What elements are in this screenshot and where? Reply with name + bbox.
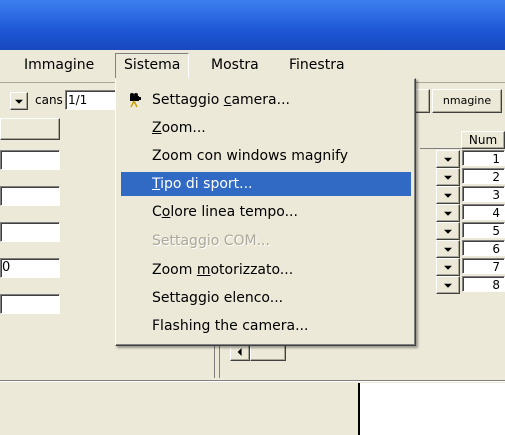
menu-item-label: Settaggio elenco... [152,290,284,306]
row-dropdown-button[interactable] [436,186,460,204]
row-number: 4 [462,204,505,220]
menu-item-zoom[interactable]: Zoom... [121,116,411,140]
row-dropdown-button[interactable] [436,204,460,222]
lower-divider [0,380,505,382]
scroll-left-icon [237,348,242,356]
chevron-down-icon [444,247,452,252]
row-number: 6 [462,240,505,256]
row-number: 2 [462,168,505,184]
row-number: 3 [462,186,505,202]
left-field-3[interactable] [0,222,60,242]
menu-item-flashing-the-camera[interactable]: Flashing the camera... [121,314,411,338]
chevron-down-icon [444,175,452,180]
chevron-down-icon [444,265,452,270]
menu-item-label: Settaggio COM... [152,233,270,249]
title-bar [0,0,505,50]
menu-item-label: Zoom con windows magnify [152,148,349,164]
menu-item-label: Settaggio camera... [152,92,290,108]
table-row[interactable]: 6 [420,240,505,258]
menu-item-label: Zoom motorizzato... [152,262,294,278]
left-field-4-value: 0 [2,260,11,275]
left-field-4[interactable]: 0 [0,258,60,278]
menu-mostra[interactable]: Mostra [211,57,259,73]
menu-item-settaggio-com: Settaggio COM... [121,229,411,253]
chevron-down-icon [444,193,452,198]
cans-value: 1/1 [68,93,88,107]
lower-right-pane [360,383,505,435]
row-dropdown-button[interactable] [436,240,460,258]
chevron-down-icon [444,283,452,288]
menu-item-settaggio-elenco[interactable]: Settaggio elenco... [121,286,411,310]
cans-field[interactable]: 1/1 [65,90,120,110]
row-number: 7 [462,258,505,274]
menu-immagine[interactable]: Immagine [24,57,94,73]
lower-left-pane [0,383,360,435]
menu-item-label: Tipo di sport... [152,176,253,192]
row-number: 5 [462,222,505,238]
toolbar-small-button[interactable] [414,89,430,113]
chevron-down-icon [444,229,452,234]
menu-bar: Immagine Sistema Mostra Finestra [0,50,505,80]
menu-item-tipo-di-sport[interactable]: Tipo di sport... [121,172,411,196]
row-number: 8 [462,276,505,292]
grid-header-num[interactable]: Num [461,131,505,149]
menu-item-settaggio-camera[interactable]: Settaggio camera... [121,88,411,112]
left-field-2[interactable] [0,186,60,206]
row-dropdown-button[interactable] [436,168,460,186]
camera-icon [127,92,143,108]
left-field-1[interactable] [0,150,60,170]
menu-item-colore-linea-tempo[interactable]: Colore linea tempo... [121,200,411,224]
menu-finestra[interactable]: Finestra [289,57,345,73]
chevron-down-icon [444,157,452,162]
table-row[interactable]: 3 [420,186,505,204]
table-row[interactable]: 2 [420,168,505,186]
image-button-label: nmagine [442,94,492,107]
cans-label: cans [35,93,63,107]
menu-item-zoom-motorizzato[interactable]: Zoom motorizzato... [121,258,411,282]
table-row[interactable]: 5 [420,222,505,240]
row-dropdown-button[interactable] [436,258,460,276]
menu-item-label: Colore linea tempo... [152,204,298,220]
left-panel-header [0,118,60,140]
menu-item-label: Zoom... [152,120,206,136]
row-dropdown-button[interactable] [436,222,460,240]
menu-item-zoom-windows-magnify[interactable]: Zoom con windows magnify [121,144,411,168]
row-dropdown-button[interactable] [436,150,460,168]
table-row[interactable]: 1 [420,150,505,168]
row-number: 1 [462,150,505,166]
grid-header-row: Num [420,131,505,149]
chevron-down-icon [15,99,23,104]
table-row[interactable]: 4 [420,204,505,222]
table-row[interactable]: 7 [420,258,505,276]
image-button[interactable]: nmagine [432,89,502,113]
row-dropdown-button[interactable] [436,276,460,294]
menu-item-label: Flashing the camera... [152,318,309,334]
grid-header-label: Num [468,133,498,147]
left-field-5[interactable] [0,294,60,314]
table-row[interactable]: 8 [420,276,505,294]
combo-dropdown-button[interactable] [10,92,28,110]
chevron-down-icon [444,211,452,216]
menu-sistema[interactable]: Sistema [115,53,190,79]
